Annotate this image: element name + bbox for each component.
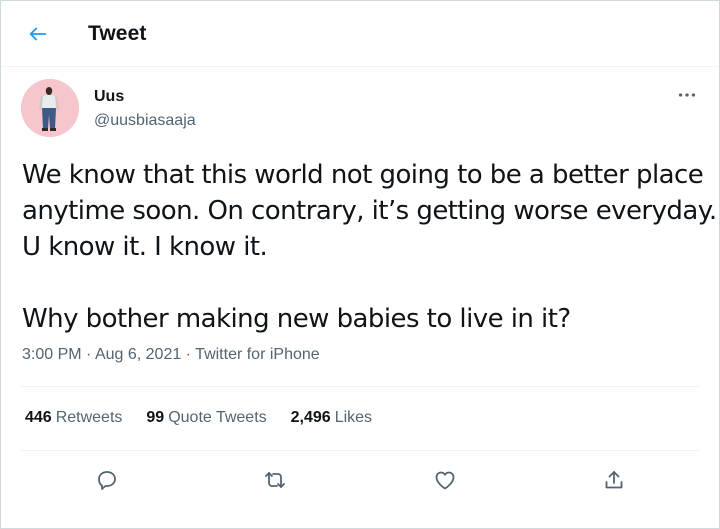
reply-icon (98, 471, 116, 490)
like-button[interactable] (428, 463, 462, 497)
quote-tweets-stat[interactable]: 99 Quote Tweets (146, 409, 266, 427)
share-icon (605, 471, 623, 489)
tweet-date[interactable]: Aug 6, 2021 (95, 346, 181, 363)
likes-label: Likes (334, 409, 373, 426)
tweet-source[interactable]: Twitter for iPhone (195, 346, 320, 363)
more-button[interactable] (675, 83, 699, 107)
share-button[interactable] (597, 463, 631, 497)
tweet-actions (1, 463, 719, 499)
retweets-count: 446 (25, 409, 52, 426)
likes-count: 2,496 (290, 409, 331, 426)
retweets-label: Retweets (55, 409, 123, 426)
tweet-author: Uus @uusbiasaaja (21, 79, 699, 139)
retweet-button[interactable] (258, 463, 292, 497)
profile-photo (21, 79, 79, 137)
tweet-meta: 3:00 PM · Aug 6, 2021 · Twitter for iPho… (22, 346, 320, 364)
page-header: Tweet (1, 1, 719, 67)
tweet-line: U know it. I know it. (22, 232, 268, 262)
back-button[interactable] (19, 15, 57, 53)
avatar[interactable] (21, 79, 79, 137)
tweet-line: We know that this world not going to be … (22, 160, 704, 190)
page-title: Tweet (88, 21, 147, 45)
retweet-icon (265, 472, 285, 488)
divider (21, 450, 699, 451)
reply-button[interactable] (90, 463, 124, 497)
retweets-stat[interactable]: 446 Retweets (25, 409, 122, 427)
author-handle[interactable]: @uusbiasaaja (94, 112, 196, 130)
more-horizontal-icon (678, 93, 696, 97)
quote-tweets-count: 99 (146, 409, 165, 426)
tweet-line: anytime soon. On contrary, it’s getting … (22, 196, 717, 226)
tweet-text: We know that this world not going to be … (22, 157, 717, 337)
tweet-page: Tweet Uus @uusbiasaaja We know that this… (0, 0, 720, 529)
like-icon (435, 471, 455, 490)
tweet-line: Why bother making new babies to live in … (22, 304, 571, 334)
meta-separator: · (81, 346, 95, 363)
quote-tweets-label: Quote Tweets (168, 409, 267, 426)
tweet-time[interactable]: 3:00 PM (22, 346, 82, 363)
meta-separator: · (181, 346, 196, 363)
likes-stat[interactable]: 2,496 Likes (291, 409, 372, 427)
divider (21, 386, 699, 387)
tweet-stats: 446 Retweets 99 Quote Tweets 2,496 Likes (25, 409, 396, 427)
arrow-left-icon (29, 27, 47, 40)
author-name[interactable]: Uus (94, 88, 124, 106)
